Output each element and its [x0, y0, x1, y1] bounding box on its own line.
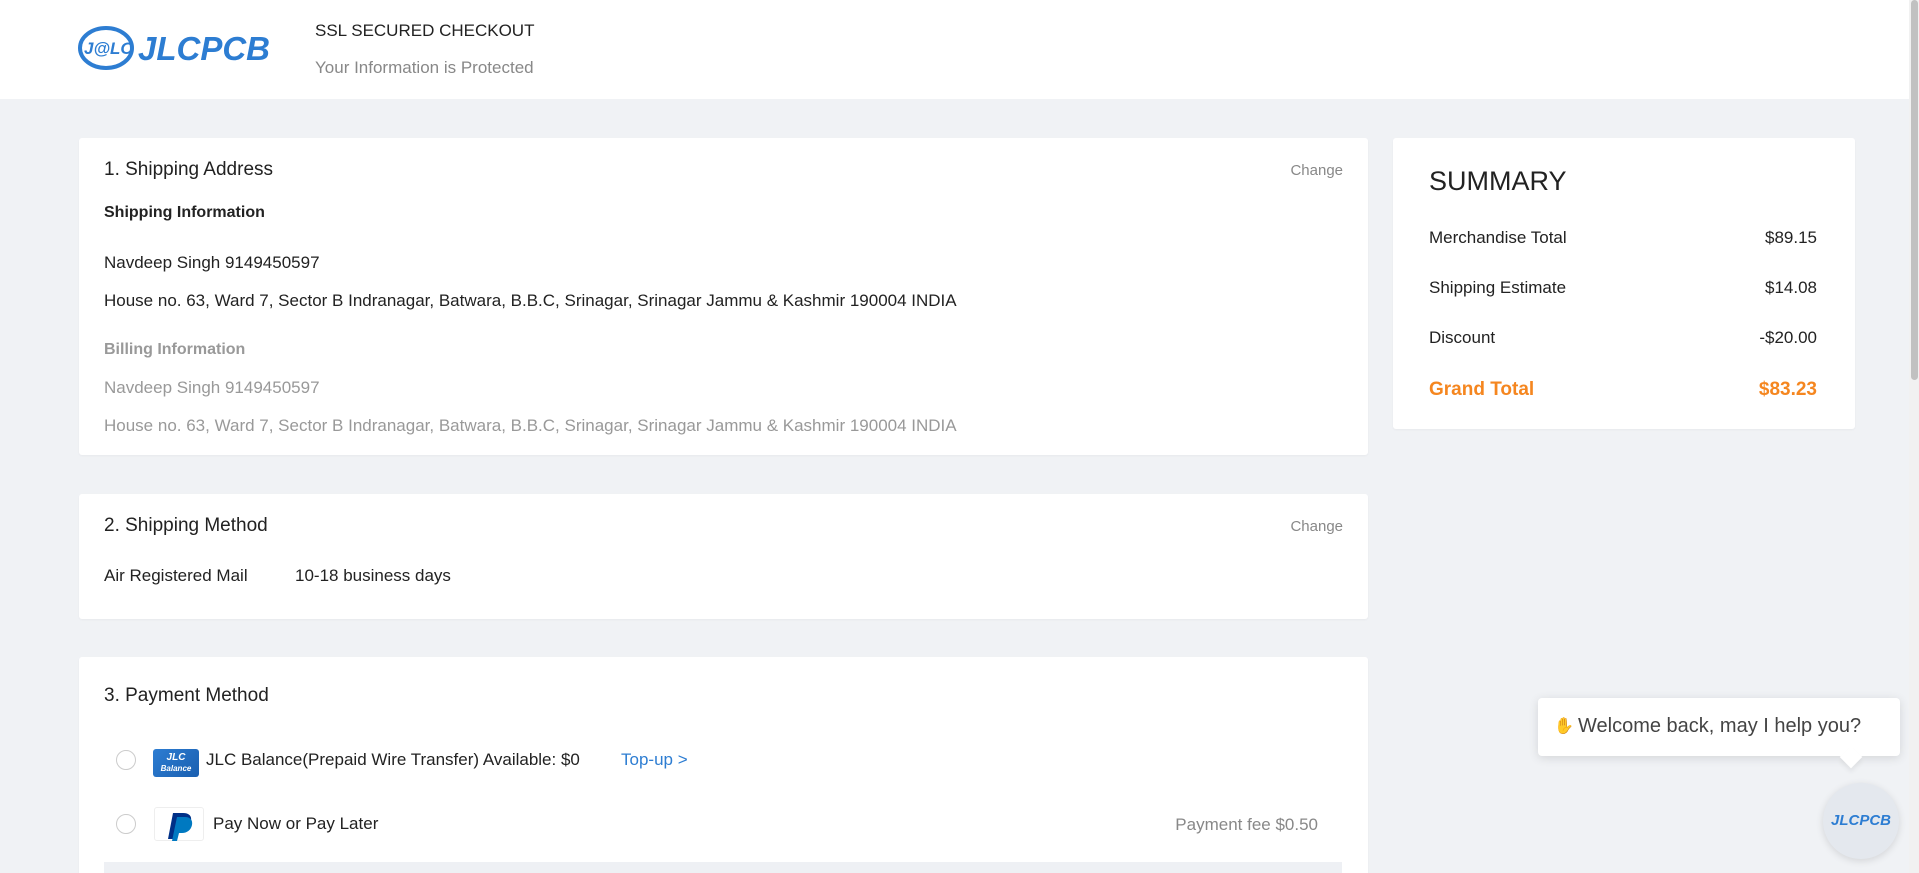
shipping-method-change-link[interactable]: Change [1290, 518, 1343, 535]
grand-total-label: Grand Total [1429, 379, 1535, 400]
shipping-address-title: 1. Shipping Address [104, 159, 274, 180]
summary-card: SUMMARY Merchandise Total $89.15 Shippin… [1393, 138, 1855, 429]
payment-details-panel [104, 862, 1342, 873]
jlcpcb-logo[interactable]: J@LC JLCPCB [78, 25, 278, 71]
payment-method-card: 3. Payment Method JLC Balance JLC Balance… [79, 657, 1368, 873]
paypal-label: Pay Now or Pay Later [213, 814, 379, 833]
paypal-radio[interactable] [116, 814, 136, 834]
shipping-estimate-value: $14.08 [1765, 278, 1817, 297]
chat-avatar-button[interactable]: JLCPCB [1823, 783, 1899, 859]
shipping-method-card: 2. Shipping Method Change Air Registered… [79, 494, 1368, 619]
payment-method-title: 3. Payment Method [104, 685, 269, 706]
summary-title: SUMMARY [1429, 166, 1567, 196]
shipping-estimate-label: Shipping Estimate [1429, 278, 1567, 297]
merchandise-total-value: $89.15 [1765, 228, 1817, 247]
shipping-name: Navdeep Singh 9149450597 [104, 253, 320, 272]
shipping-method-title: 2. Shipping Method [104, 515, 268, 536]
shipping-address-card: 1. Shipping Address Change Shipping Info… [79, 138, 1368, 455]
paypal-icon [154, 807, 204, 841]
svg-text:J@LC: J@LC [84, 39, 133, 58]
ssl-secured-title: SSL SECURED CHECKOUT [315, 21, 535, 40]
billing-info-heading: Billing Information [104, 341, 246, 358]
shipping-method-duration: 10-18 business days [295, 566, 451, 585]
billing-name: Navdeep Singh 9149450597 [104, 378, 320, 397]
page-scrollbar-thumb[interactable] [1911, 0, 1918, 380]
grand-total-value: $83.23 [1758, 379, 1817, 400]
discount-label: Discount [1429, 328, 1496, 347]
waving-hand-icon: ✋ [1554, 718, 1574, 735]
shipping-method-name: Air Registered Mail [104, 566, 248, 585]
payment-fee: Payment fee $0.50 [1175, 815, 1318, 834]
jlc-balance-icon: JLC Balance [153, 749, 199, 777]
svg-text:JLCPCB: JLCPCB [138, 30, 270, 67]
chat-welcome-text: Welcome back, may I help you? [1578, 715, 1862, 737]
ssl-secured-subtitle: Your Information is Protected [315, 58, 534, 77]
billing-address-line: House no. 63, Ward 7, Sector B Indranaga… [104, 416, 957, 435]
shipping-address-line: House no. 63, Ward 7, Sector B Indranaga… [104, 291, 957, 310]
merchandise-total-label: Merchandise Total [1429, 228, 1567, 247]
header-bar: J@LC JLCPCB SSL SECURED CHECKOUT Your In… [0, 0, 1909, 99]
jlc-balance-radio[interactable] [116, 750, 136, 770]
shipping-info-heading: Shipping Information [104, 204, 265, 221]
chat-welcome-bubble[interactable]: ✋ Welcome back, may I help you? [1538, 698, 1900, 756]
jlc-balance-label: JLC Balance(Prepaid Wire Transfer) Avail… [206, 750, 580, 769]
top-up-link[interactable]: Top-up > [621, 750, 688, 770]
shipping-address-change-link[interactable]: Change [1290, 162, 1343, 179]
discount-value: -$20.00 [1759, 328, 1817, 347]
